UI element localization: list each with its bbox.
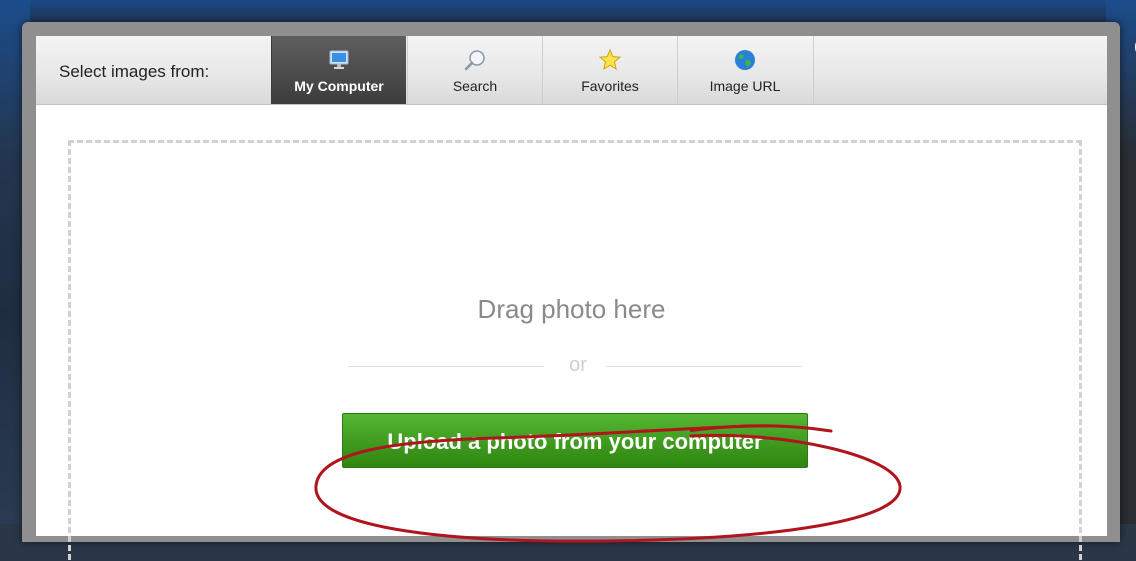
or-text: or — [569, 354, 587, 376]
tab-image-url-label: Image URL — [709, 78, 781, 94]
tab-search[interactable]: Search — [407, 36, 542, 104]
source-tab-bar: Select images from: My Computer Search F… — [36, 36, 1107, 105]
highlight-annotation-ellipse — [314, 424, 902, 543]
or-divider-right — [606, 366, 802, 367]
tab-divider — [813, 36, 814, 104]
tab-search-label: Search — [452, 78, 498, 94]
select-images-label: Select images from: — [59, 62, 210, 81]
monitor-icon — [327, 48, 351, 72]
tab-image-url[interactable]: Image URL — [677, 36, 812, 104]
magnifier-icon — [463, 48, 487, 72]
globe-icon — [733, 48, 757, 72]
tab-my-computer-label: My Computer — [294, 78, 384, 94]
tab-favorites-label: Favorites — [581, 78, 639, 94]
image-picker-dialog: Select images from: My Computer Search F… — [22, 22, 1136, 560]
star-icon — [598, 48, 622, 72]
drag-photo-text: Drag photo here — [477, 294, 666, 324]
dialog-content: Select images from: My Computer Search F… — [36, 36, 1107, 560]
tab-favorites[interactable]: Favorites — [542, 36, 677, 104]
tab-my-computer[interactable]: My Computer — [271, 36, 406, 104]
or-divider-left — [348, 366, 544, 367]
